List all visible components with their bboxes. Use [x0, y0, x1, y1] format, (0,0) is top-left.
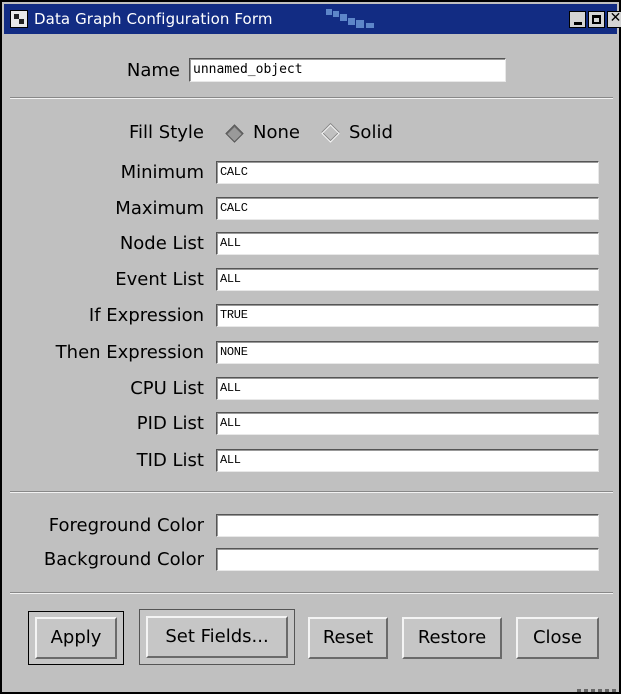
restore-button[interactable]: Restore — [402, 617, 502, 659]
close-window-button[interactable]: ✕ — [607, 10, 621, 28]
dialog-window: Data Graph Configuration Form ✕ Name unn… — [0, 0, 621, 694]
pid-list-input[interactable]: ALL — [216, 412, 599, 435]
event-list-label: Event List — [115, 269, 204, 290]
foreground-color-label: Foreground Color — [48, 515, 204, 536]
minimize-icon — [574, 22, 582, 25]
separator — [10, 491, 613, 493]
reset-button[interactable]: Reset — [308, 617, 388, 659]
apply-button[interactable]: Apply — [35, 617, 117, 659]
fill-none-radio[interactable] — [225, 124, 244, 143]
cpu-list-input[interactable]: ALL — [216, 377, 599, 400]
window-title: Data Graph Configuration Form — [34, 10, 273, 28]
minimize-button[interactable] — [569, 11, 586, 28]
maximum-label: Maximum — [115, 198, 204, 219]
maximize-icon — [592, 15, 601, 24]
resize-grip[interactable] — [577, 689, 617, 692]
fill-style-label: Fill Style — [129, 122, 204, 143]
titlebar-decoration — [326, 6, 386, 30]
minimum-label: Minimum — [120, 162, 204, 183]
fill-solid-radio[interactable] — [321, 124, 340, 143]
fill-none-label[interactable]: None — [253, 122, 300, 144]
tid-list-input[interactable]: ALL — [216, 449, 599, 472]
separator — [10, 97, 613, 99]
tid-list-label: TID List — [136, 450, 204, 471]
close-button[interactable]: Close — [516, 617, 599, 659]
node-list-label: Node List — [119, 233, 204, 254]
title-bar[interactable]: Data Graph Configuration Form ✕ — [4, 4, 621, 34]
foreground-color-input[interactable] — [216, 514, 599, 537]
event-list-input[interactable]: ALL — [216, 268, 599, 291]
maximize-button[interactable] — [588, 11, 605, 28]
then-expression-input[interactable]: NONE — [216, 341, 599, 364]
minimum-input[interactable]: CALC — [216, 161, 599, 184]
pid-list-label: PID List — [136, 413, 204, 434]
node-list-input[interactable]: ALL — [216, 232, 599, 255]
set-fields-button-frame: Set Fields... — [139, 609, 295, 665]
maximum-input[interactable]: CALC — [216, 197, 599, 220]
close-icon: ✕ — [609, 10, 621, 26]
if-expression-input[interactable]: TRUE — [216, 304, 599, 327]
cpu-list-label: CPU List — [130, 378, 204, 399]
background-color-input[interactable] — [216, 548, 599, 571]
app-menu-icon[interactable] — [10, 10, 28, 28]
name-label: Name — [126, 60, 180, 81]
background-color-label: Background Color — [43, 549, 204, 570]
separator — [10, 592, 613, 594]
set-fields-button[interactable]: Set Fields... — [146, 616, 288, 658]
apply-button-frame: Apply — [28, 611, 124, 665]
name-input[interactable]: unnamed_object — [189, 58, 506, 82]
fill-solid-label[interactable]: Solid — [349, 122, 393, 144]
if-expression-label: If Expression — [88, 305, 204, 326]
then-expression-label: Then Expression — [55, 342, 204, 363]
